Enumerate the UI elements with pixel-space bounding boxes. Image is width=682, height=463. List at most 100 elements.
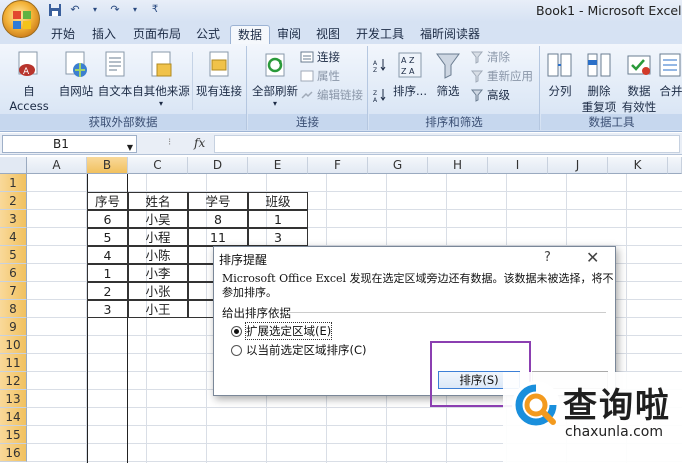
tab-developer[interactable]: 开发工具 <box>352 25 408 44</box>
sort-button[interactable]: A Z Z A 排序... <box>391 50 429 99</box>
column-header-f[interactable]: F <box>308 157 368 174</box>
select-all-corner[interactable] <box>0 157 27 174</box>
svg-text:Z: Z <box>373 67 377 72</box>
column-header-d[interactable]: D <box>188 157 248 174</box>
reapply-button[interactable]: 重新应用 <box>470 67 533 85</box>
row-header-8[interactable]: 8 <box>0 300 27 318</box>
remove-duplicates-button[interactable]: 删除 重复项 <box>579 50 619 115</box>
table-cell[interactable]: 小张 <box>128 282 188 300</box>
table-cell[interactable]: 1 <box>87 264 128 282</box>
table-cell[interactable]: 6 <box>87 210 128 228</box>
table-cell[interactable]: 11 <box>188 228 248 246</box>
table-cell[interactable]: 8 <box>188 210 248 228</box>
tab-formulas[interactable]: 公式 <box>190 25 226 44</box>
data-validation-button[interactable]: 数据 有效性 <box>619 50 659 115</box>
row-header-5[interactable]: 5 <box>0 246 27 264</box>
table-header-cell[interactable]: 姓名 <box>128 192 188 210</box>
data-validation-label-2: 有效性 <box>621 100 657 114</box>
consolidate-button[interactable]: 合并 <box>657 50 682 99</box>
table-cell[interactable]: 小程 <box>128 228 188 246</box>
filter-funnel-icon <box>434 50 462 80</box>
clear-button[interactable]: 清除 <box>470 48 510 66</box>
table-header-cell[interactable]: 学号 <box>188 192 248 210</box>
column-header-k[interactable]: K <box>608 157 668 174</box>
tab-view[interactable]: 视图 <box>312 25 344 44</box>
row-header-1[interactable]: 1 <box>0 174 27 192</box>
row-header-7[interactable]: 7 <box>0 282 27 300</box>
insert-function-icon[interactable]: fx <box>194 136 205 150</box>
row-header-16[interactable]: 16 <box>0 444 27 462</box>
office-button[interactable] <box>2 0 40 38</box>
text-to-columns-button[interactable]: 分列 <box>544 50 576 99</box>
from-other-sources-label: 自其他来源 <box>132 84 190 98</box>
from-web-button[interactable]: 自网站 <box>56 50 96 99</box>
save-icon[interactable] <box>48 3 62 17</box>
row-header-3[interactable]: 3 <box>0 210 27 228</box>
table-cell[interactable]: 小陈 <box>128 246 188 264</box>
table-cell[interactable]: 1 <box>248 210 308 228</box>
table-header-cell[interactable]: 班级 <box>248 192 308 210</box>
table-cell[interactable]: 4 <box>87 246 128 264</box>
undo-icon[interactable]: ↶ <box>68 3 82 17</box>
row-header-15[interactable]: 15 <box>0 426 27 444</box>
close-icon[interactable]: ✕ <box>586 248 599 267</box>
row-header-4[interactable]: 4 <box>0 228 27 246</box>
column-header-h[interactable]: H <box>428 157 488 174</box>
column-header-e[interactable]: E <box>248 157 308 174</box>
undo-dropdown-icon[interactable]: ▾ <box>88 3 102 17</box>
column-header-g[interactable]: G <box>368 157 428 174</box>
row-header-11[interactable]: 11 <box>0 354 27 372</box>
existing-connections-button[interactable]: 现有连接 <box>194 50 244 99</box>
table-cell[interactable]: 小李 <box>128 264 188 282</box>
column-header-c[interactable]: C <box>128 157 188 174</box>
column-header-i[interactable]: I <box>488 157 548 174</box>
customize-qat-icon[interactable]: ₹ <box>148 3 162 17</box>
sort-descending-button[interactable]: ZA <box>373 86 387 104</box>
edit-links-button[interactable]: 编辑链接 <box>300 86 363 104</box>
row-header-14[interactable]: 14 <box>0 408 27 426</box>
tab-insert[interactable]: 插入 <box>86 25 122 44</box>
redo-dropdown-icon[interactable]: ▾ <box>128 3 142 17</box>
from-text-button[interactable]: 自文本 <box>96 50 134 99</box>
tab-page-layout[interactable]: 页面布局 <box>128 25 186 44</box>
table-cell[interactable]: 5 <box>87 228 128 246</box>
tab-home[interactable]: 开始 <box>44 25 82 44</box>
redo-icon[interactable]: ↷ <box>108 3 122 17</box>
column-header-b[interactable]: B <box>87 157 128 174</box>
advanced-button[interactable]: 高级 <box>470 86 510 104</box>
formula-input[interactable] <box>214 135 680 153</box>
row-header-10[interactable]: 10 <box>0 336 27 354</box>
name-box-dropdown-icon[interactable]: ▼ <box>127 140 133 156</box>
column-header-partial[interactable] <box>668 157 682 174</box>
tab-review[interactable]: 审阅 <box>274 25 304 44</box>
group-label-get-external-data: 获取外部数据 <box>0 114 246 130</box>
connections-button[interactable]: 连接 <box>300 48 340 66</box>
svg-text:A: A <box>373 97 378 102</box>
table-header-cell[interactable]: 序号 <box>87 192 128 210</box>
refresh-all-button[interactable]: 全部刷新 ▾ <box>250 50 300 108</box>
help-icon[interactable]: ? <box>544 250 551 265</box>
sort-ascending-button[interactable]: AZ <box>373 56 387 74</box>
expand-selection-radio[interactable]: 扩展选定区域(E) <box>231 322 333 340</box>
row-header-13[interactable]: 13 <box>0 390 27 408</box>
column-header-j[interactable]: J <box>548 157 608 174</box>
table-cell[interactable]: 小王 <box>128 300 188 318</box>
row-header-6[interactable]: 6 <box>0 264 27 282</box>
row-header-2[interactable]: 2 <box>0 192 27 210</box>
name-box[interactable]: B1 ▼ <box>2 135 137 153</box>
table-cell[interactable]: 小吴 <box>128 210 188 228</box>
tab-data[interactable]: 数据 <box>230 25 270 44</box>
from-other-sources-button[interactable]: 自其他来源 ▾ <box>132 50 190 108</box>
properties-button[interactable]: 属性 <box>300 67 340 85</box>
current-selection-radio[interactable]: 以当前选定区域排序(C) <box>231 342 367 358</box>
table-cell[interactable]: 3 <box>248 228 308 246</box>
filter-button[interactable]: 筛选 <box>433 50 463 99</box>
formula-bar: B1 ▼ ⁝ fx <box>0 133 682 155</box>
row-header-12[interactable]: 12 <box>0 372 27 390</box>
table-cell[interactable]: 3 <box>87 300 128 318</box>
tab-foxit-reader[interactable]: 福昕阅读器 <box>416 25 484 44</box>
table-cell[interactable]: 2 <box>87 282 128 300</box>
column-header-a[interactable]: A <box>27 157 87 174</box>
row-header-9[interactable]: 9 <box>0 318 27 336</box>
from-access-button[interactable]: A 自 Access <box>4 50 54 113</box>
